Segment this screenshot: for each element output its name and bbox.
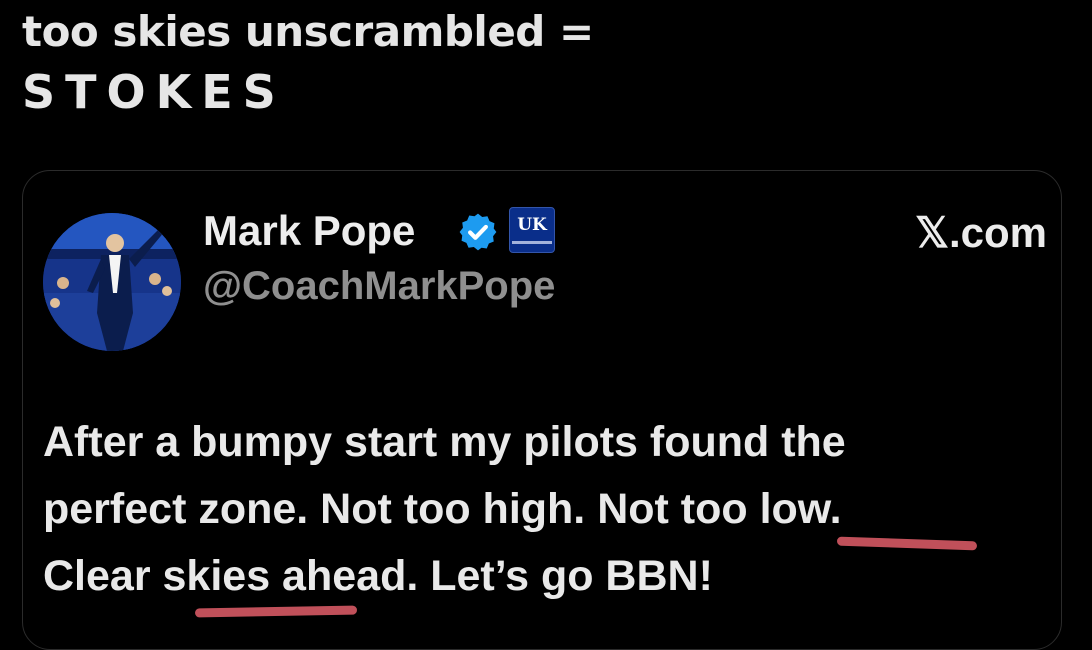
tweet-body-line-2-text: perfect zone. Not too high. Not too low. xyxy=(43,485,842,533)
tweet-body-line-2: perfect zone. Not too high. Not too low. xyxy=(43,476,1053,551)
tweet-body: After a bumpy start my pilots found the … xyxy=(43,409,1053,618)
author-handle[interactable]: @CoachMarkPope xyxy=(203,261,555,311)
skies-underline-mark xyxy=(194,605,358,618)
avatar[interactable] xyxy=(43,213,181,351)
author-name[interactable]: Mark Pope xyxy=(203,205,415,257)
post-caption: too skies unscrambled = STOKES xyxy=(22,2,1062,122)
tweet-body-line-3-text: Clear skies ahead. Let’s go BBN! xyxy=(43,552,713,600)
kentucky-uk-logo-icon: UK xyxy=(517,215,547,235)
avatar-photo-icon xyxy=(43,213,181,351)
quoted-tweet-card[interactable]: Mark Pope UK @CoachMarkPope 𝕏.com After … xyxy=(22,170,1062,650)
tweet-body-line-3: Clear skies ahead. Let’s go BBN! xyxy=(43,543,1053,618)
tweet-body-line-1: After a bumpy start my pilots found the xyxy=(43,418,846,466)
caption-line-2: STOKES xyxy=(22,65,286,119)
source-label: 𝕏.com xyxy=(915,209,1047,256)
affiliate-badge[interactable]: UK xyxy=(509,207,555,253)
verified-badge-icon xyxy=(459,213,497,251)
caption-line-1: too skies unscrambled = xyxy=(22,7,594,56)
affiliate-subtext-bar xyxy=(512,241,552,244)
